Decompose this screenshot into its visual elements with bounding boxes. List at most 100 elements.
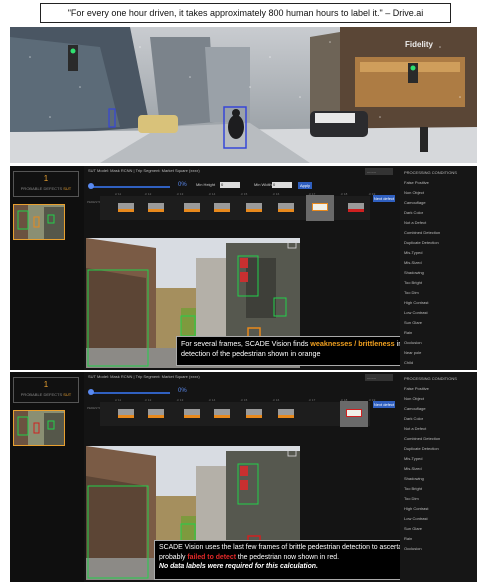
frame-slider[interactable] xyxy=(90,186,170,188)
condition-item[interactable]: Too Dim xyxy=(404,290,419,295)
frame-bar[interactable] xyxy=(214,203,230,212)
condition-item[interactable]: Too Bright xyxy=(404,486,422,491)
caption-highlight: weaknesses / brittleness xyxy=(310,339,395,348)
tick-label: c/ 13 xyxy=(176,192,184,196)
condition-item[interactable]: Sun Glare xyxy=(404,320,422,325)
condition-item[interactable]: Too Dim xyxy=(404,496,419,501)
scade-panel-2: 1 PROBABLE DEFECTS SUT SUT Model: Mask R… xyxy=(10,372,477,582)
condition-item[interactable]: Occlusion xyxy=(404,546,422,551)
condition-item[interactable]: Mis-Typed xyxy=(404,456,422,461)
defects-count: 1 xyxy=(43,380,49,389)
timeline-label: PEDESTRIAN xyxy=(87,200,107,204)
tick-label: c/ 18 xyxy=(340,192,348,196)
caption-highlight: failed to detect xyxy=(187,553,236,561)
frame-bar[interactable] xyxy=(118,203,134,212)
frame-thumbnail[interactable] xyxy=(13,204,65,240)
condition-item[interactable]: Shadowing xyxy=(404,270,424,275)
tick-label: c/ 12 xyxy=(144,192,152,196)
defects-label: PROBABLE DEFECTS SUT xyxy=(20,392,72,397)
condition-item[interactable]: Child xyxy=(404,360,413,365)
defects-counter[interactable]: 1 PROBABLE DEFECTS SUT xyxy=(13,171,79,197)
condition-item[interactable]: Combined Detection xyxy=(404,230,440,235)
caption-note: No data labels were required for this ca… xyxy=(159,563,318,570)
condition-item[interactable]: Dark Color xyxy=(404,416,423,421)
condition-item[interactable]: Occlusion xyxy=(404,340,422,345)
frame-bar[interactable] xyxy=(148,409,164,418)
frame-slider[interactable] xyxy=(90,392,170,394)
condition-item[interactable]: Combined Detection xyxy=(404,436,440,441)
conditions-title: PROCESSING CONDITIONS xyxy=(404,170,457,175)
frame-bar[interactable] xyxy=(214,409,230,418)
tick-label: c/ 11 xyxy=(114,398,122,402)
tick-label: c/ 15 xyxy=(240,398,248,402)
tick-label: c/ 14 xyxy=(208,398,216,402)
apply-button[interactable]: Apply xyxy=(298,182,312,189)
condition-item[interactable]: Shadowing xyxy=(404,476,424,481)
detection-timeline[interactable] xyxy=(100,195,370,221)
condition-item[interactable]: Low Contrast xyxy=(404,516,428,521)
conditions-title: PROCESSING CONDITIONS xyxy=(404,376,457,381)
defects-counter[interactable]: 1 PROBABLE DEFECTS SUT xyxy=(13,377,79,403)
condition-item[interactable]: Rain xyxy=(404,536,412,541)
condition-item[interactable]: Mis-Sized xyxy=(404,466,422,471)
condition-item[interactable]: Rain xyxy=(404,330,412,335)
frame-bar[interactable] xyxy=(246,409,262,418)
frame-bar[interactable] xyxy=(118,409,134,418)
tick-label: c/ 18 xyxy=(340,398,348,402)
condition-item[interactable]: Low Contrast xyxy=(404,310,428,315)
tick-label: c/ 14 xyxy=(208,192,216,196)
frame-bar[interactable] xyxy=(278,203,294,212)
model-dropdown[interactable]: ........ xyxy=(365,374,393,381)
condition-item[interactable]: High Contrast xyxy=(404,506,428,511)
condition-item[interactable]: Not a Defect xyxy=(404,220,426,225)
scade-panel-1: 1 PROBABLE DEFECTS SUT SUT Model: Mask R… xyxy=(10,166,477,370)
min-height-input[interactable]: 0 xyxy=(220,182,240,188)
condition-item[interactable]: Non Object xyxy=(404,396,424,401)
tick-label: c/ 13 xyxy=(176,398,184,402)
frame-bar[interactable] xyxy=(184,409,200,418)
frame-bar[interactable] xyxy=(246,203,262,212)
frame-bar[interactable] xyxy=(278,409,294,418)
min-height-label: Min Height xyxy=(196,182,216,187)
min-width-input[interactable]: 0 xyxy=(272,182,292,188)
condition-item[interactable]: False Positive xyxy=(404,386,429,391)
failed-frame-bar[interactable] xyxy=(348,203,364,212)
detection-timeline[interactable] xyxy=(100,401,370,427)
condition-item[interactable]: False Positive xyxy=(404,180,429,185)
condition-item[interactable]: Sun Glare xyxy=(404,526,422,531)
condition-item[interactable]: Camouflage xyxy=(404,406,426,411)
condition-item[interactable]: Near pole xyxy=(404,350,421,355)
condition-item[interactable]: Dark Color xyxy=(404,210,423,215)
condition-item[interactable]: Non Object xyxy=(404,190,424,195)
quote-box: "For every one hour driven, it takes app… xyxy=(40,3,451,23)
condition-item[interactable]: Mis-Sized xyxy=(404,260,422,265)
selected-frame[interactable] xyxy=(340,401,368,427)
condition-item[interactable]: Camouflage xyxy=(404,200,426,205)
next-defect-button[interactable]: Next defect xyxy=(373,195,395,202)
model-dropdown[interactable]: ........ xyxy=(365,168,393,175)
progress-percent: 0% xyxy=(178,182,187,188)
slider-knob[interactable] xyxy=(88,389,94,395)
street-photo: Fidelity xyxy=(10,27,477,163)
frame-thumbnail[interactable] xyxy=(13,410,65,446)
selected-frame[interactable] xyxy=(306,195,334,221)
condition-item[interactable]: High Contrast xyxy=(404,300,428,305)
tick-label: c/ 17 xyxy=(308,398,316,402)
conditions-sidebar: PROCESSING CONDITIONS False Positive Non… xyxy=(400,166,477,370)
frame-bar[interactable] xyxy=(184,203,200,212)
condition-item[interactable]: Mis-Typed xyxy=(404,250,422,255)
defects-label: PROBABLE DEFECTS SUT xyxy=(20,186,72,191)
condition-item[interactable]: Too Bright xyxy=(404,280,422,285)
left-column: 1 PROBABLE DEFECTS SUT xyxy=(10,372,84,582)
tick-label: c/ 15 xyxy=(240,192,248,196)
condition-item[interactable]: Duplicate Detection xyxy=(404,240,439,245)
condition-item[interactable]: Not a Defect xyxy=(404,426,426,431)
tick-label: c/ 11 xyxy=(114,192,122,196)
timeline-label: PEDESTRIAN xyxy=(87,406,107,410)
model-info-bar: SUT Model: Mask RCNN | Trip Segment: Mar… xyxy=(88,374,200,379)
slider-knob[interactable] xyxy=(88,183,94,189)
frame-bar[interactable] xyxy=(148,203,164,212)
fidelity-sign: Fidelity xyxy=(405,40,434,49)
next-defect-button[interactable]: Next defect xyxy=(373,401,395,408)
condition-item[interactable]: Duplicate Detection xyxy=(404,446,439,451)
